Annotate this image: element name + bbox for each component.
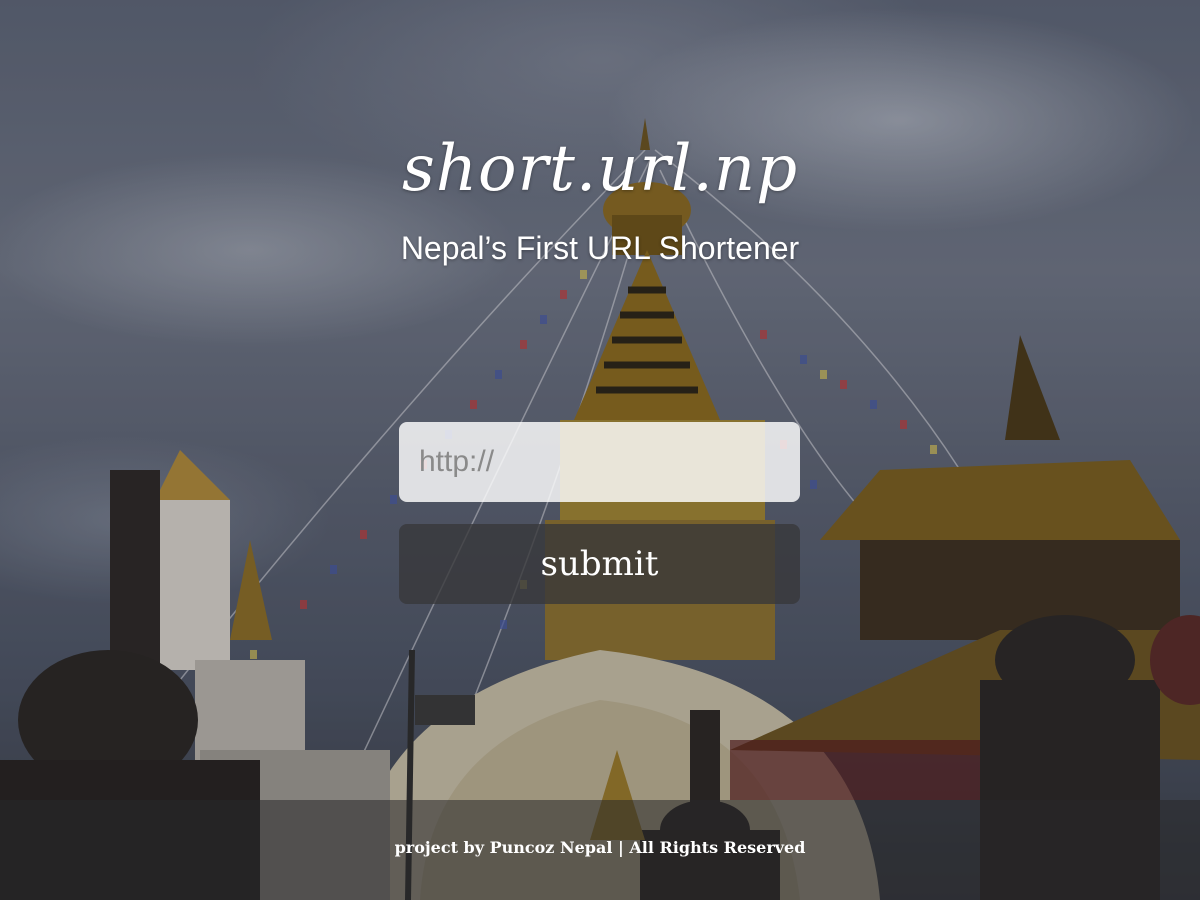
site-logo-title: short.url.np <box>401 132 799 206</box>
submit-button[interactable]: submit <box>399 524 800 604</box>
url-input[interactable] <box>399 422 800 502</box>
site-tagline: Nepal’s First URL Shortener <box>400 230 800 266</box>
url-input-group <box>399 422 800 502</box>
footer-credit: project by Puncoz Nepal | All Rights Res… <box>394 838 806 857</box>
